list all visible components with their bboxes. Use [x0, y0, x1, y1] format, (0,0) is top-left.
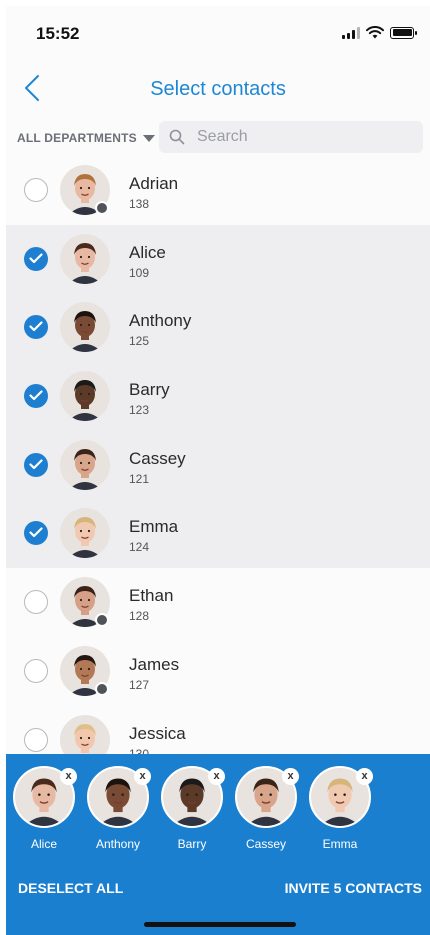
contact-name: Anthony — [129, 311, 192, 331]
status-time: 15:52 — [36, 24, 80, 43]
chip-name: Cassey — [245, 837, 286, 851]
page-title: Select contacts — [150, 78, 286, 100]
contact-extension: 125 — [129, 334, 150, 349]
search-icon — [169, 129, 185, 145]
contact-name: Cassey — [129, 448, 186, 468]
home-indicator — [144, 922, 296, 927]
contact-name: Barry — [129, 380, 170, 400]
remove-chip-button[interactable]: x — [356, 768, 373, 785]
avatar — [60, 439, 110, 490]
contact-name: Adrian — [129, 174, 179, 193]
contact-extension: 138 — [129, 197, 150, 211]
checkbox-checked-icon[interactable] — [24, 384, 48, 409]
status-icons — [342, 26, 417, 39]
app-screen: 15:52 Select contacts ALL DEPARTMENTS Se… — [6, 6, 430, 935]
selected-chip: x Alice — [11, 766, 77, 851]
department-label: ALL DEPARTMENTS — [17, 131, 137, 145]
filter-bar: ALL DEPARTMENTS — [6, 114, 430, 158]
battery-icon — [390, 26, 417, 39]
contact-row[interactable]: Jessica 130 — [6, 706, 430, 756]
avatar — [60, 714, 110, 756]
contact-extension: 109 — [129, 265, 150, 280]
contact-name: Jessica — [129, 723, 186, 743]
checkbox-unchecked-icon[interactable] — [24, 658, 48, 683]
selected-chip: x Emma — [307, 766, 373, 851]
chip-name: Barry — [177, 837, 207, 851]
remove-chip-button[interactable]: x — [208, 768, 225, 785]
contact-extension: 123 — [129, 403, 150, 418]
deselect-all-button[interactable]: DESELECT ALL — [18, 880, 123, 896]
status-bar: 15:52 — [6, 6, 430, 58]
checkbox-checked-icon[interactable] — [24, 315, 48, 340]
contact-name: Emma — [129, 517, 179, 537]
contact-row[interactable]: James 127 — [6, 637, 430, 706]
contact-row[interactable]: Ethan 128 — [6, 568, 430, 637]
checkbox-checked-icon[interactable] — [24, 246, 48, 271]
wifi-icon — [366, 26, 384, 39]
contact-row[interactable]: Adrian 138 — [6, 156, 430, 225]
invite-button[interactable]: INVITE 5 CONTACTS — [285, 880, 422, 896]
contact-name: Alice — [129, 242, 166, 262]
contact-list: Adrian 138 Alice 109 Anthony 125 Barry 123 Casse… — [6, 156, 430, 756]
chip-name: Emma — [322, 837, 358, 851]
checkbox-checked-icon[interactable] — [24, 521, 48, 546]
selected-chip: x Cassey — [233, 766, 299, 851]
selection-tray: x Alice x Anthony x Barry x Cassey x Emma DESELEC… — [6, 754, 430, 935]
avatar — [60, 508, 110, 559]
contact-extension: 121 — [129, 471, 150, 486]
presence-offline-icon — [95, 681, 109, 696]
search-input[interactable] — [195, 127, 399, 147]
chip-name: Alice — [30, 837, 57, 851]
search-box[interactable] — [159, 121, 423, 153]
selected-chips: x Alice x Anthony x Barry x Cassey x Emma — [6, 766, 430, 856]
avatar — [60, 302, 110, 353]
avatar — [60, 233, 110, 284]
nav-header: Select contacts — [6, 62, 430, 114]
contact-name: Ethan — [129, 586, 174, 606]
remove-chip-button[interactable]: x — [134, 768, 151, 785]
contact-row[interactable]: Alice 109 — [6, 224, 430, 294]
checkbox-unchecked-icon[interactable] — [24, 178, 48, 202]
caret-down-icon — [142, 134, 155, 142]
selected-chip: x Barry — [159, 766, 225, 851]
contact-extension: 128 — [129, 609, 150, 624]
presence-offline-icon — [95, 613, 109, 628]
selected-chip: x Anthony — [85, 766, 151, 851]
contact-row[interactable]: Cassey 121 — [6, 430, 430, 500]
contact-row[interactable]: Anthony 125 — [6, 293, 430, 363]
contact-row[interactable]: Barry 123 — [6, 362, 430, 431]
department-dropdown[interactable]: ALL DEPARTMENTS — [17, 131, 155, 145]
checkbox-unchecked-icon[interactable] — [24, 727, 48, 752]
chip-name: Anthony — [95, 837, 141, 851]
remove-chip-button[interactable]: x — [282, 768, 299, 785]
presence-offline-icon — [95, 201, 109, 215]
contact-extension: 124 — [129, 540, 150, 555]
contact-name: James — [129, 654, 180, 674]
avatar — [60, 371, 110, 422]
contact-extension: 127 — [129, 677, 150, 692]
checkbox-checked-icon[interactable] — [24, 452, 48, 477]
checkbox-unchecked-icon[interactable] — [24, 590, 48, 615]
remove-chip-button[interactable]: x — [60, 768, 77, 785]
signal-icon — [342, 26, 360, 39]
contact-row[interactable]: Emma 124 — [6, 499, 430, 569]
